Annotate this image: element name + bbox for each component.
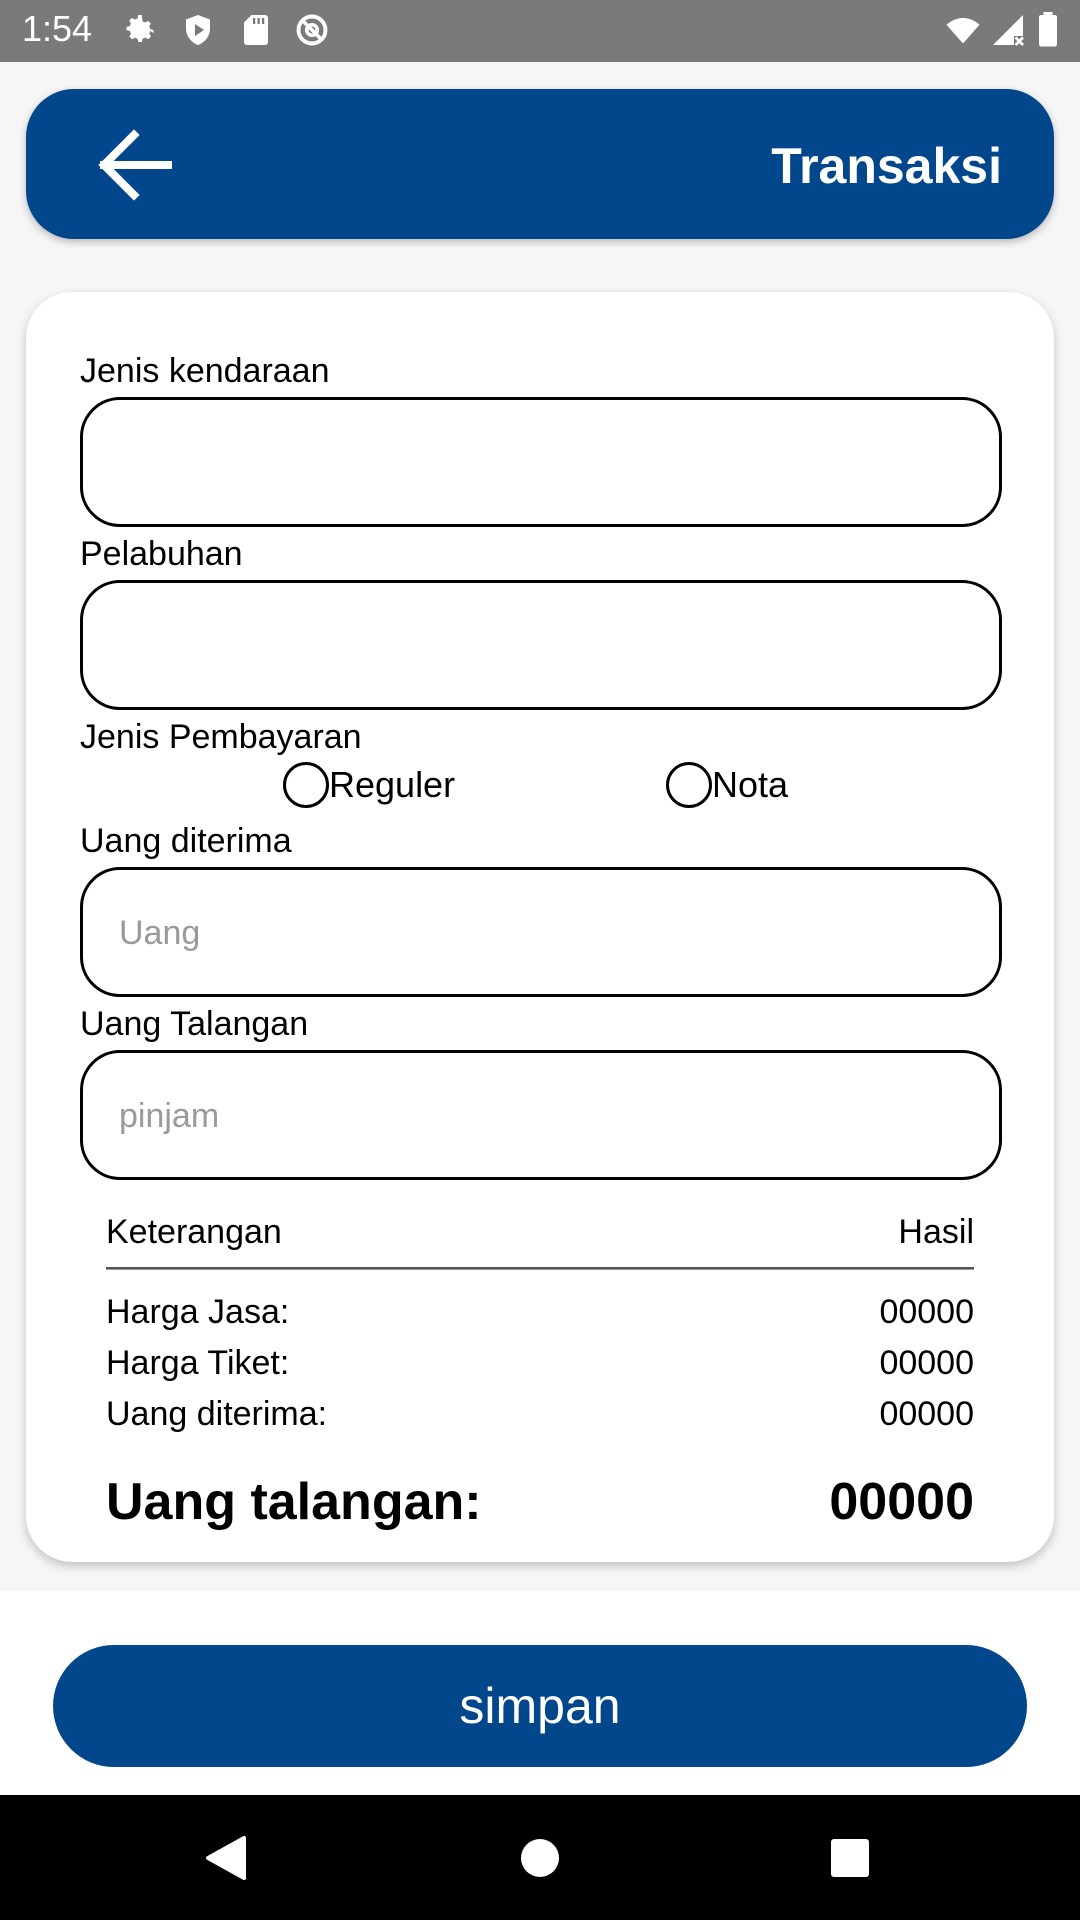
bailout-money-label: Uang Talangan bbox=[80, 1005, 309, 1043]
summary-divider bbox=[106, 1267, 974, 1270]
summary-row-value: 00000 bbox=[879, 1344, 974, 1382]
summary-row-label: Harga Jasa: bbox=[106, 1293, 290, 1331]
summary-header-left: Keterangan bbox=[106, 1213, 282, 1251]
app-header: Transaksi bbox=[26, 89, 1054, 239]
money-received-field[interactable] bbox=[80, 867, 1002, 997]
summary-row-label: Uang diterima: bbox=[106, 1395, 328, 1433]
wifi-icon bbox=[946, 18, 980, 44]
summary-row: Harga Jasa: 00000 bbox=[106, 1293, 974, 1332]
vehicle-type-input[interactable] bbox=[117, 400, 961, 526]
radio-reguler[interactable]: Reguler bbox=[283, 762, 455, 808]
bailout-money-field[interactable] bbox=[80, 1050, 1002, 1180]
port-input[interactable] bbox=[117, 583, 961, 709]
gear-icon bbox=[126, 15, 154, 42]
summary-row-value: 00000 bbox=[879, 1293, 974, 1331]
radio-nota[interactable]: Nota bbox=[666, 762, 788, 808]
summary-total: Uang talangan: 00000 bbox=[106, 1472, 974, 1532]
recents-square-icon[interactable] bbox=[822, 1830, 878, 1886]
summary-row-label: Harga Tiket: bbox=[106, 1344, 290, 1382]
payment-type-label: Jenis Pembayaran bbox=[80, 718, 362, 756]
home-circle-icon[interactable] bbox=[512, 1830, 568, 1886]
battery-icon bbox=[1039, 12, 1057, 47]
money-received-input[interactable] bbox=[117, 870, 961, 996]
radio-reguler-label: Reguler bbox=[329, 764, 456, 805]
radio-circle[interactable] bbox=[283, 762, 329, 808]
sd-card-icon bbox=[244, 15, 268, 45]
signal-icon bbox=[993, 15, 1024, 46]
shield-icon bbox=[186, 15, 210, 45]
save-button[interactable]: simpan bbox=[53, 1645, 1027, 1767]
back-triangle-icon[interactable] bbox=[198, 1830, 254, 1886]
vehicle-type-field[interactable] bbox=[80, 397, 1002, 527]
summary-header: Keterangan Hasil bbox=[106, 1213, 974, 1252]
bailout-money-input[interactable] bbox=[117, 1053, 961, 1179]
summary-header-right: Hasil bbox=[898, 1213, 974, 1251]
status-time: 1:54 bbox=[22, 8, 93, 49]
page-title: Transaksi bbox=[771, 138, 1002, 194]
nav-bar bbox=[0, 1795, 1080, 1920]
summary-total-value: 00000 bbox=[829, 1473, 974, 1531]
port-field[interactable] bbox=[80, 580, 1002, 710]
status-bar: 1:54 bbox=[0, 0, 1080, 62]
summary-row-value: 00000 bbox=[879, 1395, 974, 1433]
summary-row: Uang diterima: 00000 bbox=[106, 1395, 974, 1434]
radio-circle[interactable] bbox=[666, 762, 712, 808]
transaction-card: Jenis kendaraan Pelabuhan Jenis Pembayar… bbox=[26, 292, 1054, 1562]
arrow-left-icon[interactable] bbox=[94, 127, 174, 203]
vehicle-type-label: Jenis kendaraan bbox=[80, 352, 330, 390]
at-sign-icon bbox=[296, 14, 328, 46]
summary-total-label: Uang talangan: bbox=[106, 1473, 482, 1531]
summary-row: Harga Tiket: 00000 bbox=[106, 1344, 974, 1383]
money-received-label: Uang diterima bbox=[80, 822, 292, 860]
port-label: Pelabuhan bbox=[80, 535, 243, 573]
radio-nota-label: Nota bbox=[712, 764, 789, 805]
